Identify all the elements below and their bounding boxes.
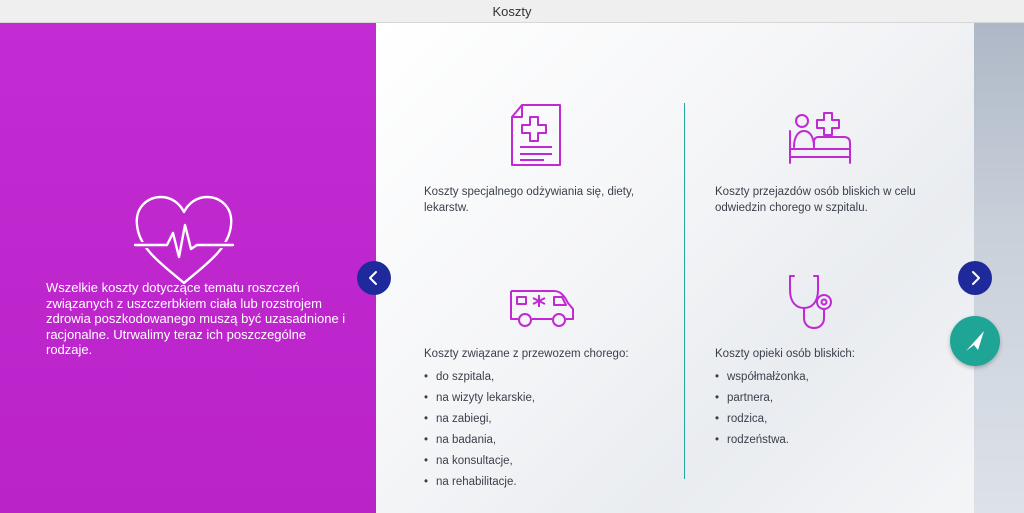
care-costs-block: Koszty opieki osób bliskich: współmałżon… (715, 346, 945, 451)
chevron-left-icon (369, 271, 377, 285)
travel-costs-text: Koszty przejazdów osób bliskich w celu o… (715, 186, 916, 214)
transport-costs-block: Koszty związane z przewozem chorego: do … (424, 346, 664, 493)
navigation-arrow-icon (966, 331, 984, 351)
list-item: partnera, (715, 388, 945, 409)
list-item: rodzeństwa. (715, 430, 945, 451)
content-panel: Koszty specjalnego odżywiania się, diety… (376, 23, 974, 513)
list-item: na zabiegi, (424, 409, 664, 430)
list-item: współmałżonka, (715, 367, 945, 388)
hospital-bed-icon (788, 111, 854, 170)
list-item: rodzica, (715, 409, 945, 430)
ambulance-icon (508, 287, 576, 332)
medical-document-icon (508, 103, 564, 172)
care-costs-heading: Koszty opieki osób bliskich: (715, 348, 855, 360)
care-costs-list: współmałżonka, partnera, rodzica, rodzeń… (715, 367, 945, 451)
next-slide-button[interactable] (958, 261, 992, 295)
navigation-fab-button[interactable] (950, 316, 1000, 366)
list-item: na wizyty lekarskie, (424, 388, 664, 409)
window-title: Koszty (492, 3, 532, 19)
intro-text: Wszelkie koszty dotyczące tematu roszcze… (46, 280, 346, 358)
transport-costs-heading: Koszty związane z przewozem chorego: (424, 348, 629, 360)
list-item: na rehabilitacje. (424, 472, 664, 493)
list-item: do szpitala, (424, 367, 664, 388)
list-item: na konsultacje, (424, 451, 664, 472)
previous-slide-button[interactable] (357, 261, 391, 295)
window-title-bar: Koszty (0, 0, 1024, 23)
stethoscope-icon (786, 272, 844, 335)
diet-costs-text: Koszty specjalnego odżywiania się, diety… (424, 186, 635, 214)
heartbeat-icon (133, 193, 235, 287)
column-divider (684, 103, 685, 479)
chevron-right-icon (972, 271, 980, 285)
list-item: na badania, (424, 430, 664, 451)
transport-costs-list: do szpitala, na wizyty lekarskie, na zab… (424, 367, 664, 493)
intro-panel: Wszelkie koszty dotyczące tematu roszcze… (0, 23, 376, 513)
